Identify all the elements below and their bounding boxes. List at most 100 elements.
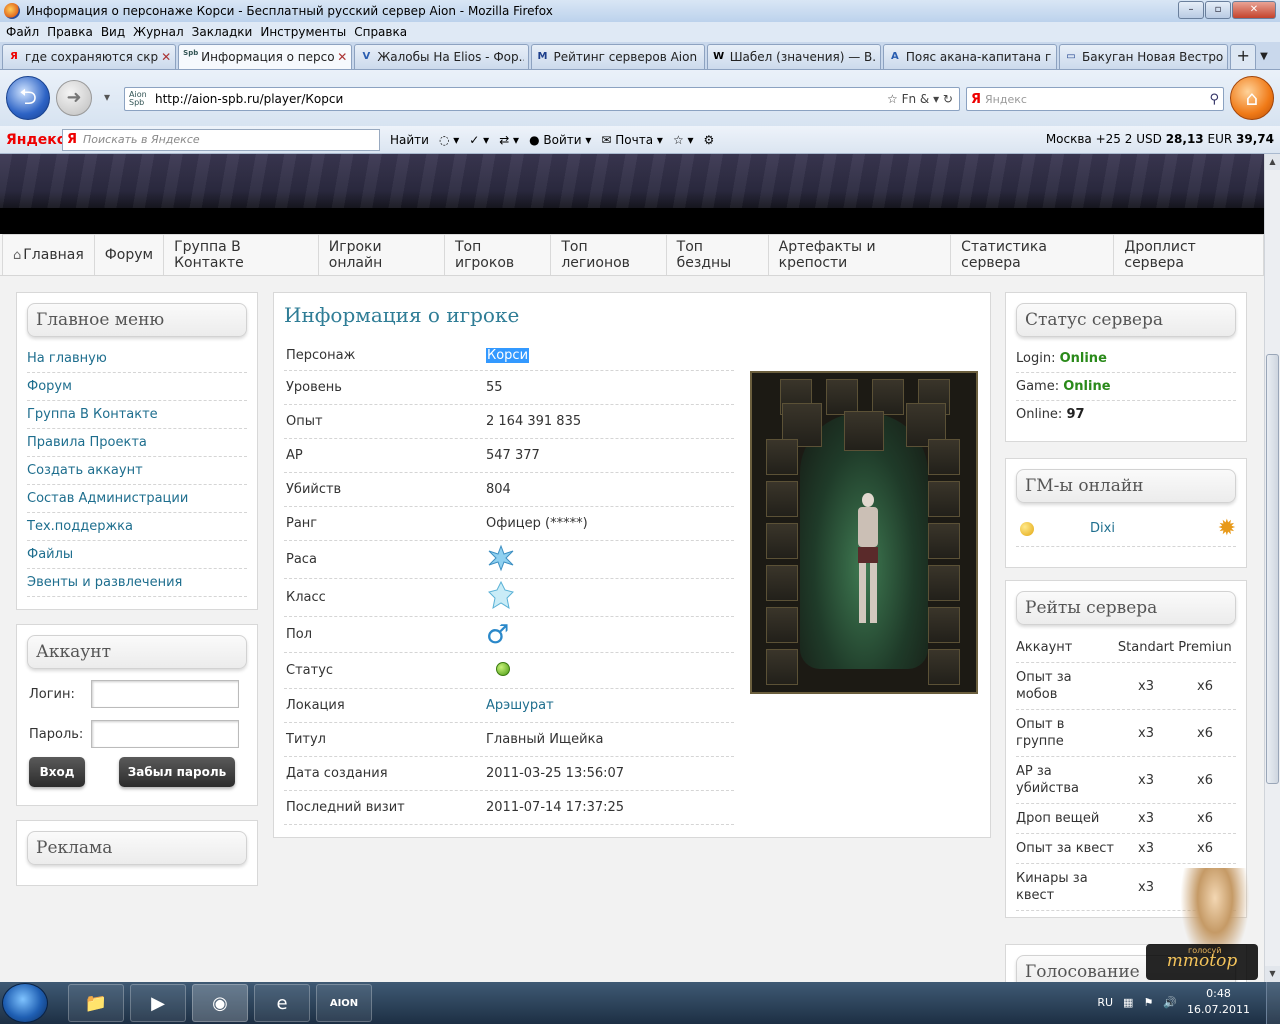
- menu-item[interactable]: Создать аккаунт: [27, 457, 247, 485]
- password-input[interactable]: [91, 720, 239, 748]
- yandex-mail-button[interactable]: ✉ Почта ▾: [601, 133, 663, 147]
- browser-tab-active[interactable]: Spb Информация о персо... ✕: [178, 44, 353, 69]
- weather-city[interactable]: Москва: [1046, 132, 1092, 146]
- explorer-taskbar-icon[interactable]: 📁: [68, 984, 124, 1022]
- menu-item[interactable]: Группа В Контакте: [27, 401, 247, 429]
- url-text[interactable]: http://aion-spb.ru/player/Корси: [155, 92, 887, 106]
- yandex-search-input[interactable]: Я Поискать в Яндексе: [62, 128, 380, 151]
- nav-droplist[interactable]: Дроплист сервера: [1114, 234, 1264, 275]
- menu-file[interactable]: Файл: [2, 25, 43, 39]
- nav-top-abyss[interactable]: Топ бездны: [666, 234, 769, 275]
- internet-explorer-taskbar-icon[interactable]: e: [254, 984, 310, 1022]
- menu-item[interactable]: Форум: [27, 373, 247, 401]
- tab-close-icon[interactable]: ✕: [161, 50, 171, 64]
- nav-forum[interactable]: Форум: [94, 234, 165, 275]
- clock[interactable]: 0:48 16.07.2011: [1187, 986, 1250, 1018]
- scrollbar-thumb[interactable]: [1266, 354, 1279, 784]
- menu-item[interactable]: Состав Администрации: [27, 485, 247, 513]
- browser-tab[interactable]: V Жалобы На Elios - Фор...: [354, 44, 529, 69]
- browser-tab[interactable]: Я где сохраняются скри... ✕: [2, 44, 177, 69]
- main-menu-title: Главное меню: [27, 303, 247, 337]
- traffic-score[interactable]: 2: [1125, 132, 1133, 146]
- usd-rate[interactable]: 28,13: [1166, 132, 1204, 146]
- gm-name-link[interactable]: Dixi: [1090, 511, 1218, 547]
- bookmarks-icon[interactable]: ☆ ▾: [673, 133, 694, 147]
- yandex-logo[interactable]: Яндекс: [6, 132, 65, 148]
- firefox-taskbar-icon[interactable]: ◉: [192, 984, 248, 1022]
- menu-view[interactable]: Вид: [97, 25, 129, 39]
- menu-tools[interactable]: Инструменты: [256, 25, 350, 39]
- wikipedia-icon: W: [713, 51, 725, 62]
- forgot-password-button[interactable]: Забыл пароль: [119, 757, 235, 787]
- clock-time: 0:48: [1206, 987, 1231, 1000]
- tab-list-dropdown-icon[interactable]: ▼: [1260, 44, 1280, 69]
- nav-top-legions[interactable]: Топ легионов: [551, 234, 667, 275]
- close-button[interactable]: ✕: [1232, 1, 1276, 19]
- home-button[interactable]: ⌂: [1230, 76, 1274, 120]
- tab-label: Бакуган Новая Вестро...: [1082, 50, 1224, 64]
- menu-item[interactable]: Эвенты и развлечения: [27, 569, 247, 597]
- scroll-down-arrow-icon[interactable]: ▼: [1265, 966, 1280, 982]
- tray-volume-icon[interactable]: 🔊: [1163, 996, 1177, 1009]
- nav-server-stats[interactable]: Статистика сервера: [951, 234, 1115, 275]
- browser-tab[interactable]: ▭ Бакуган Новая Вестро...: [1059, 44, 1229, 69]
- browser-tab[interactable]: A Пояс акана-капитана г...: [882, 44, 1058, 69]
- nav-vk-group[interactable]: Группа В Контакте: [164, 234, 319, 275]
- page-scrollbar[interactable]: ▲ ▼: [1264, 154, 1280, 982]
- forward-button[interactable]: ➜: [56, 80, 92, 116]
- server-rates-title: Рейты сервера: [1016, 591, 1236, 625]
- chat-icon[interactable]: ◌ ▾: [439, 133, 459, 147]
- minimize-button[interactable]: –: [1178, 1, 1204, 19]
- media-player-taskbar-icon[interactable]: ▶: [130, 984, 186, 1022]
- menu-edit[interactable]: Правка: [43, 25, 97, 39]
- menu-item[interactable]: На главную: [27, 345, 247, 373]
- browser-tab[interactable]: M Рейтинг серверов Aion: [530, 44, 705, 69]
- login-button[interactable]: Вход: [29, 757, 85, 787]
- tray-flag-icon[interactable]: ⚑: [1143, 996, 1153, 1009]
- menu-item[interactable]: Правила Проекта: [27, 429, 247, 457]
- yandex-login-button[interactable]: ● Войти ▾: [529, 133, 591, 147]
- search-placeholder: Яндекс: [985, 92, 1027, 106]
- aion-taskbar-icon[interactable]: AION: [316, 984, 372, 1022]
- mmotop-vote-widget[interactable]: mmotop голосуй: [1140, 862, 1264, 982]
- nav-top-players[interactable]: Топ игроков: [444, 234, 552, 275]
- rank-value: Офицер (*****): [486, 516, 588, 531]
- settings-gear-icon[interactable]: ⚙: [704, 133, 715, 147]
- back-button[interactable]: ⮌: [6, 76, 50, 120]
- menu-bookmarks[interactable]: Закладки: [188, 25, 257, 39]
- translate-icon[interactable]: ⇄ ▾: [499, 133, 519, 147]
- language-indicator[interactable]: RU: [1097, 996, 1113, 1009]
- yandex-find-button[interactable]: Найти: [390, 133, 429, 147]
- show-desktop-button[interactable]: [1266, 982, 1280, 1024]
- eur-rate[interactable]: 39,74: [1236, 132, 1274, 146]
- login-input[interactable]: [91, 680, 239, 708]
- menu-help[interactable]: Справка: [350, 25, 411, 39]
- menu-item[interactable]: Файлы: [27, 541, 247, 569]
- location-link[interactable]: Арэшурат: [486, 698, 734, 713]
- address-bar[interactable]: Aion Spb http://aion-spb.ru/player/Корси …: [124, 87, 960, 111]
- address-tools[interactable]: ☆ Fn & ▾ ↻: [887, 92, 959, 106]
- tray-network-icon[interactable]: ▦: [1123, 996, 1133, 1009]
- yandex-search-icon[interactable]: Я: [971, 92, 981, 107]
- tab-close-icon[interactable]: ✕: [337, 50, 347, 64]
- history-dropdown-icon[interactable]: ▾: [104, 90, 110, 104]
- new-tab-button[interactable]: +: [1230, 44, 1257, 69]
- spellcheck-icon[interactable]: ✓ ▾: [469, 133, 489, 147]
- browser-tab[interactable]: W Шабел (значения) — В...: [706, 44, 881, 69]
- weather-temp[interactable]: +25: [1096, 132, 1121, 146]
- game-server-status: Game: Online: [1016, 373, 1236, 401]
- search-bar[interactable]: Я Яндекс ⚲: [966, 87, 1224, 111]
- start-button[interactable]: [2, 983, 48, 1023]
- maximize-button[interactable]: ▫: [1205, 1, 1231, 19]
- nav-players-online[interactable]: Игроки онлайн: [318, 234, 445, 275]
- nav-home[interactable]: ⌂ Главная: [2, 234, 95, 275]
- search-icon[interactable]: ⚲: [1209, 92, 1223, 107]
- nav-artifacts[interactable]: Артефакты и крепости: [768, 234, 952, 275]
- site-identity-icon[interactable]: Aion Spb: [129, 91, 151, 107]
- menu-history[interactable]: Журнал: [129, 25, 188, 39]
- menu-item[interactable]: Тех.поддержка: [27, 513, 247, 541]
- rates-row: Опыт за мобов x3 x6: [1016, 663, 1236, 710]
- vk-icon: V: [362, 51, 371, 62]
- scroll-up-arrow-icon[interactable]: ▲: [1265, 154, 1280, 170]
- eur-label: EUR: [1207, 132, 1233, 146]
